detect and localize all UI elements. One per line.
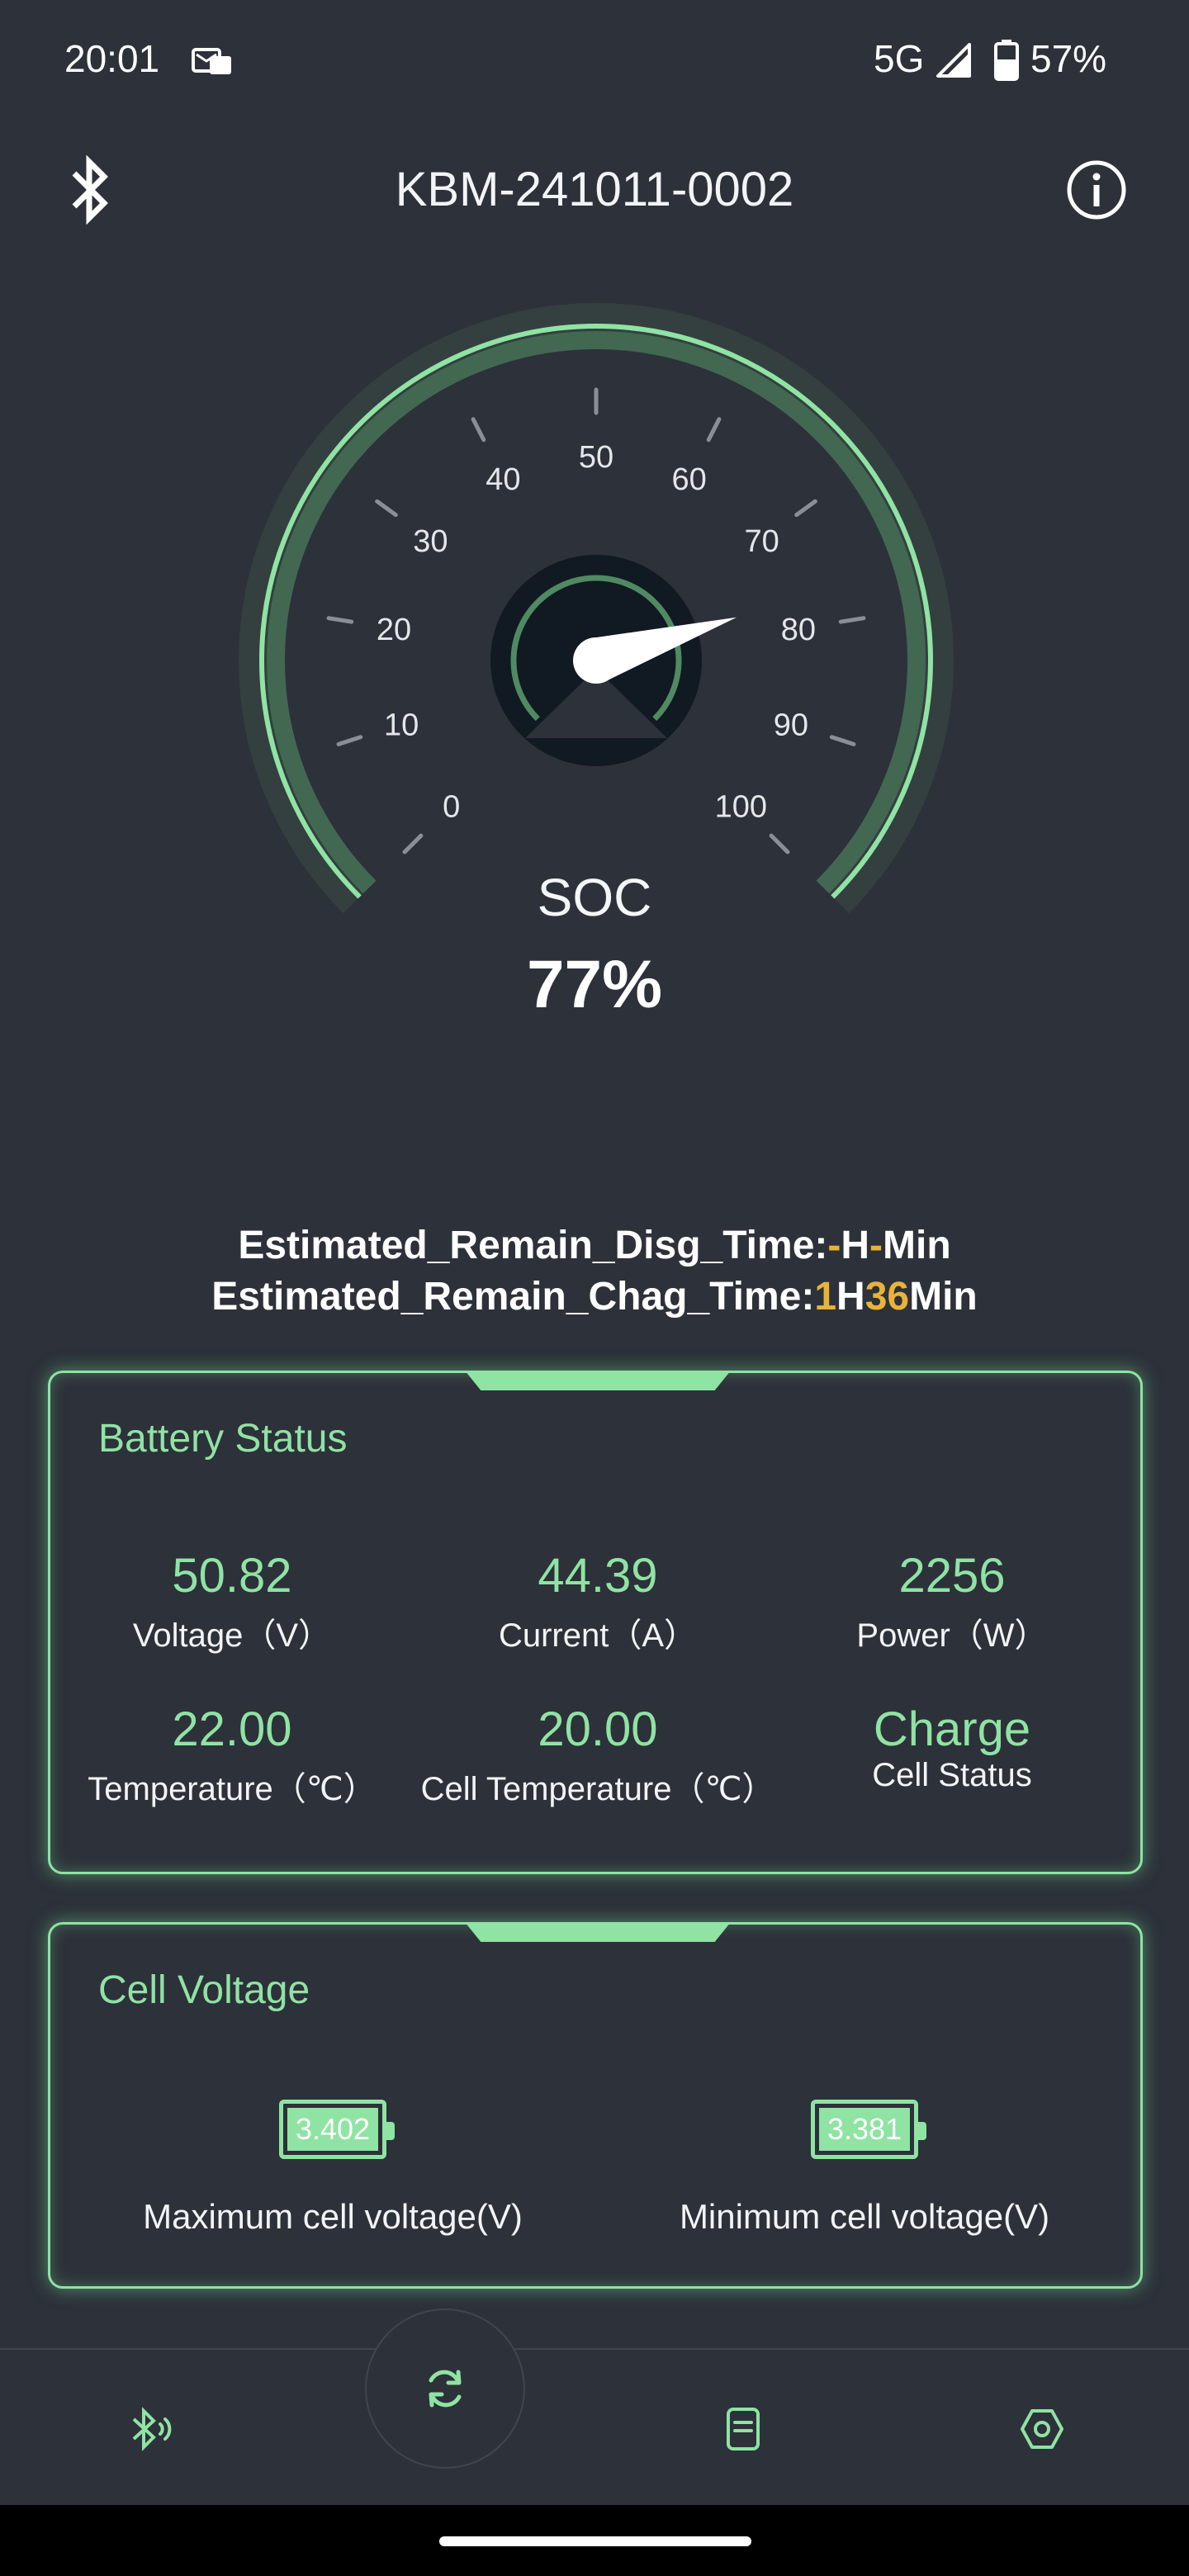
min-cell-voltage-value: 3.381: [819, 2108, 910, 2151]
max-cell-voltage: 3.402 Maximum cell voltage(V): [102, 2100, 564, 2237]
gauge-tick: [769, 833, 790, 855]
min-cell-voltage-label: Minimum cell voltage(V): [679, 2197, 1050, 2236]
metric-value: 2256: [898, 1549, 1006, 1603]
gauge-needle-cap: [573, 637, 619, 684]
gauge-tick-label: 100: [715, 789, 767, 824]
gauge-tick-label: 40: [486, 462, 520, 497]
gauge-tick-label: 90: [774, 708, 808, 743]
metric-current: 44.39 Current（A）: [416, 1548, 779, 1656]
gauge-tick: [375, 499, 398, 518]
max-cell-voltage-value: 3.402: [287, 2108, 378, 2151]
gauge-tick: [706, 417, 722, 443]
metric-label: Power（W）: [856, 1617, 1048, 1654]
battery-icon: [994, 40, 1019, 81]
chag-prefix: Estimated_Remain_Chag_Time:: [211, 1275, 815, 1319]
bottom-nav: [0, 2308, 1189, 2505]
metric-value: Charge: [873, 1702, 1031, 1756]
chag-minutes-unit: Min: [909, 1275, 978, 1319]
disg-minutes-unit: Min: [883, 1224, 951, 1267]
battery-cell-icon: 3.402: [279, 2100, 395, 2159]
status-time: 20:01: [64, 37, 160, 80]
metric-value: 22.00: [172, 1702, 292, 1756]
gauge-tick: [471, 417, 486, 443]
gauge-tick-label: 10: [384, 708, 419, 743]
gauge-tick: [402, 833, 424, 855]
gauge-tick-label: 0: [443, 789, 460, 824]
metric-cell-temperature: 20.00 Cell Temperature（℃）: [416, 1702, 779, 1810]
max-cell-voltage-label: Maximum cell voltage(V): [143, 2197, 523, 2236]
soc-value: 77%: [526, 947, 663, 1022]
gauge-tick-label: 50: [579, 440, 613, 475]
gauge-tick: [794, 499, 817, 518]
chag-hours: 1: [814, 1275, 837, 1319]
status-bar: 20:01 5G 57%: [0, 0, 1189, 116]
disg-hours-unit: H: [841, 1224, 870, 1267]
disg-minutes: -: [869, 1224, 883, 1267]
estimated-discharge-time: Estimated_Remain_Disg_Time:-H-Min: [0, 1220, 1189, 1271]
battery-cell-icon: 3.381: [811, 2100, 926, 2159]
soc-label: SOC: [537, 868, 652, 927]
min-cell-voltage: 3.381 Minimum cell voltage(V): [633, 2100, 1096, 2237]
settings-icon[interactable]: [1017, 2404, 1067, 2454]
battery-status-title: Battery Status: [98, 1417, 348, 1461]
bluetooth-device-icon[interactable]: [124, 2404, 173, 2454]
gauge-tick-label: 20: [377, 613, 411, 647]
gauge-tick: [838, 616, 866, 624]
gesture-pill[interactable]: [439, 2536, 751, 2546]
gauge-tick: [829, 735, 856, 746]
signal-icon: [936, 43, 971, 78]
metric-label: Cell Temperature（℃）: [420, 1771, 775, 1807]
metric-label: Temperature（℃）: [88, 1771, 377, 1807]
gauge-tick-label: 60: [671, 462, 706, 497]
refresh-icon: [429, 2370, 462, 2408]
panel-tab: [465, 1371, 731, 1390]
estimated-times: Estimated_Remain_Disg_Time:-H-Min Estima…: [0, 1220, 1189, 1323]
gauge-tick-label: 30: [413, 524, 448, 559]
battery-status-panel: Battery Status 50.82 Voltage（V） 44.39 Cu…: [48, 1371, 1143, 1874]
disg-prefix: Estimated_Remain_Disg_Time:: [238, 1224, 828, 1267]
cell-voltage-panel: Cell Voltage 3.402 Maximum cell voltage(…: [48, 1922, 1143, 2289]
metric-label: Voltage（V）: [132, 1617, 332, 1654]
cell-voltage-title: Cell Voltage: [98, 1968, 310, 2012]
estimated-charge-time: Estimated_Remain_Chag_Time:1H36Min: [0, 1271, 1189, 1323]
metric-temperature: 22.00 Temperature（℃）: [50, 1702, 414, 1810]
info-icon[interactable]: [1065, 159, 1128, 221]
panel-tab: [465, 1922, 731, 1942]
disg-hours: -: [827, 1224, 841, 1267]
metric-cell-status: Charge Cell Status: [770, 1702, 1134, 1794]
battery-nub: [918, 2122, 926, 2140]
gauge-tick: [326, 616, 354, 624]
metric-power: 2256 Power（W）: [770, 1548, 1134, 1656]
chag-minutes: 36: [865, 1275, 910, 1319]
app-header: KBM-241011-0002: [0, 140, 1189, 239]
metric-value: 20.00: [538, 1702, 658, 1756]
gauge-tick-label: 70: [744, 524, 779, 559]
metric-label: Current（A）: [498, 1617, 698, 1654]
metric-voltage: 50.82 Voltage（V）: [50, 1548, 414, 1656]
gauge-tick-label: 80: [781, 613, 816, 647]
chag-hours-unit: H: [836, 1275, 865, 1319]
gauge-tick: [336, 735, 363, 746]
battery-nub: [386, 2122, 395, 2140]
refresh-button[interactable]: [365, 2308, 525, 2469]
metric-value: 44.39: [538, 1549, 658, 1603]
metric-value: 50.82: [172, 1549, 292, 1603]
message-icon: [192, 48, 231, 74]
device-title: KBM-241011-0002: [395, 163, 794, 216]
document-icon[interactable]: [718, 2404, 768, 2454]
metric-label: Cell Status: [872, 1757, 1032, 1793]
gesture-bar: [0, 2505, 1189, 2576]
gauge-group: 0 10 20 30 40 50 60 70 80 90 100: [239, 303, 954, 914]
network-type: 5G: [874, 37, 925, 80]
battery-percent: 57%: [1030, 37, 1107, 80]
